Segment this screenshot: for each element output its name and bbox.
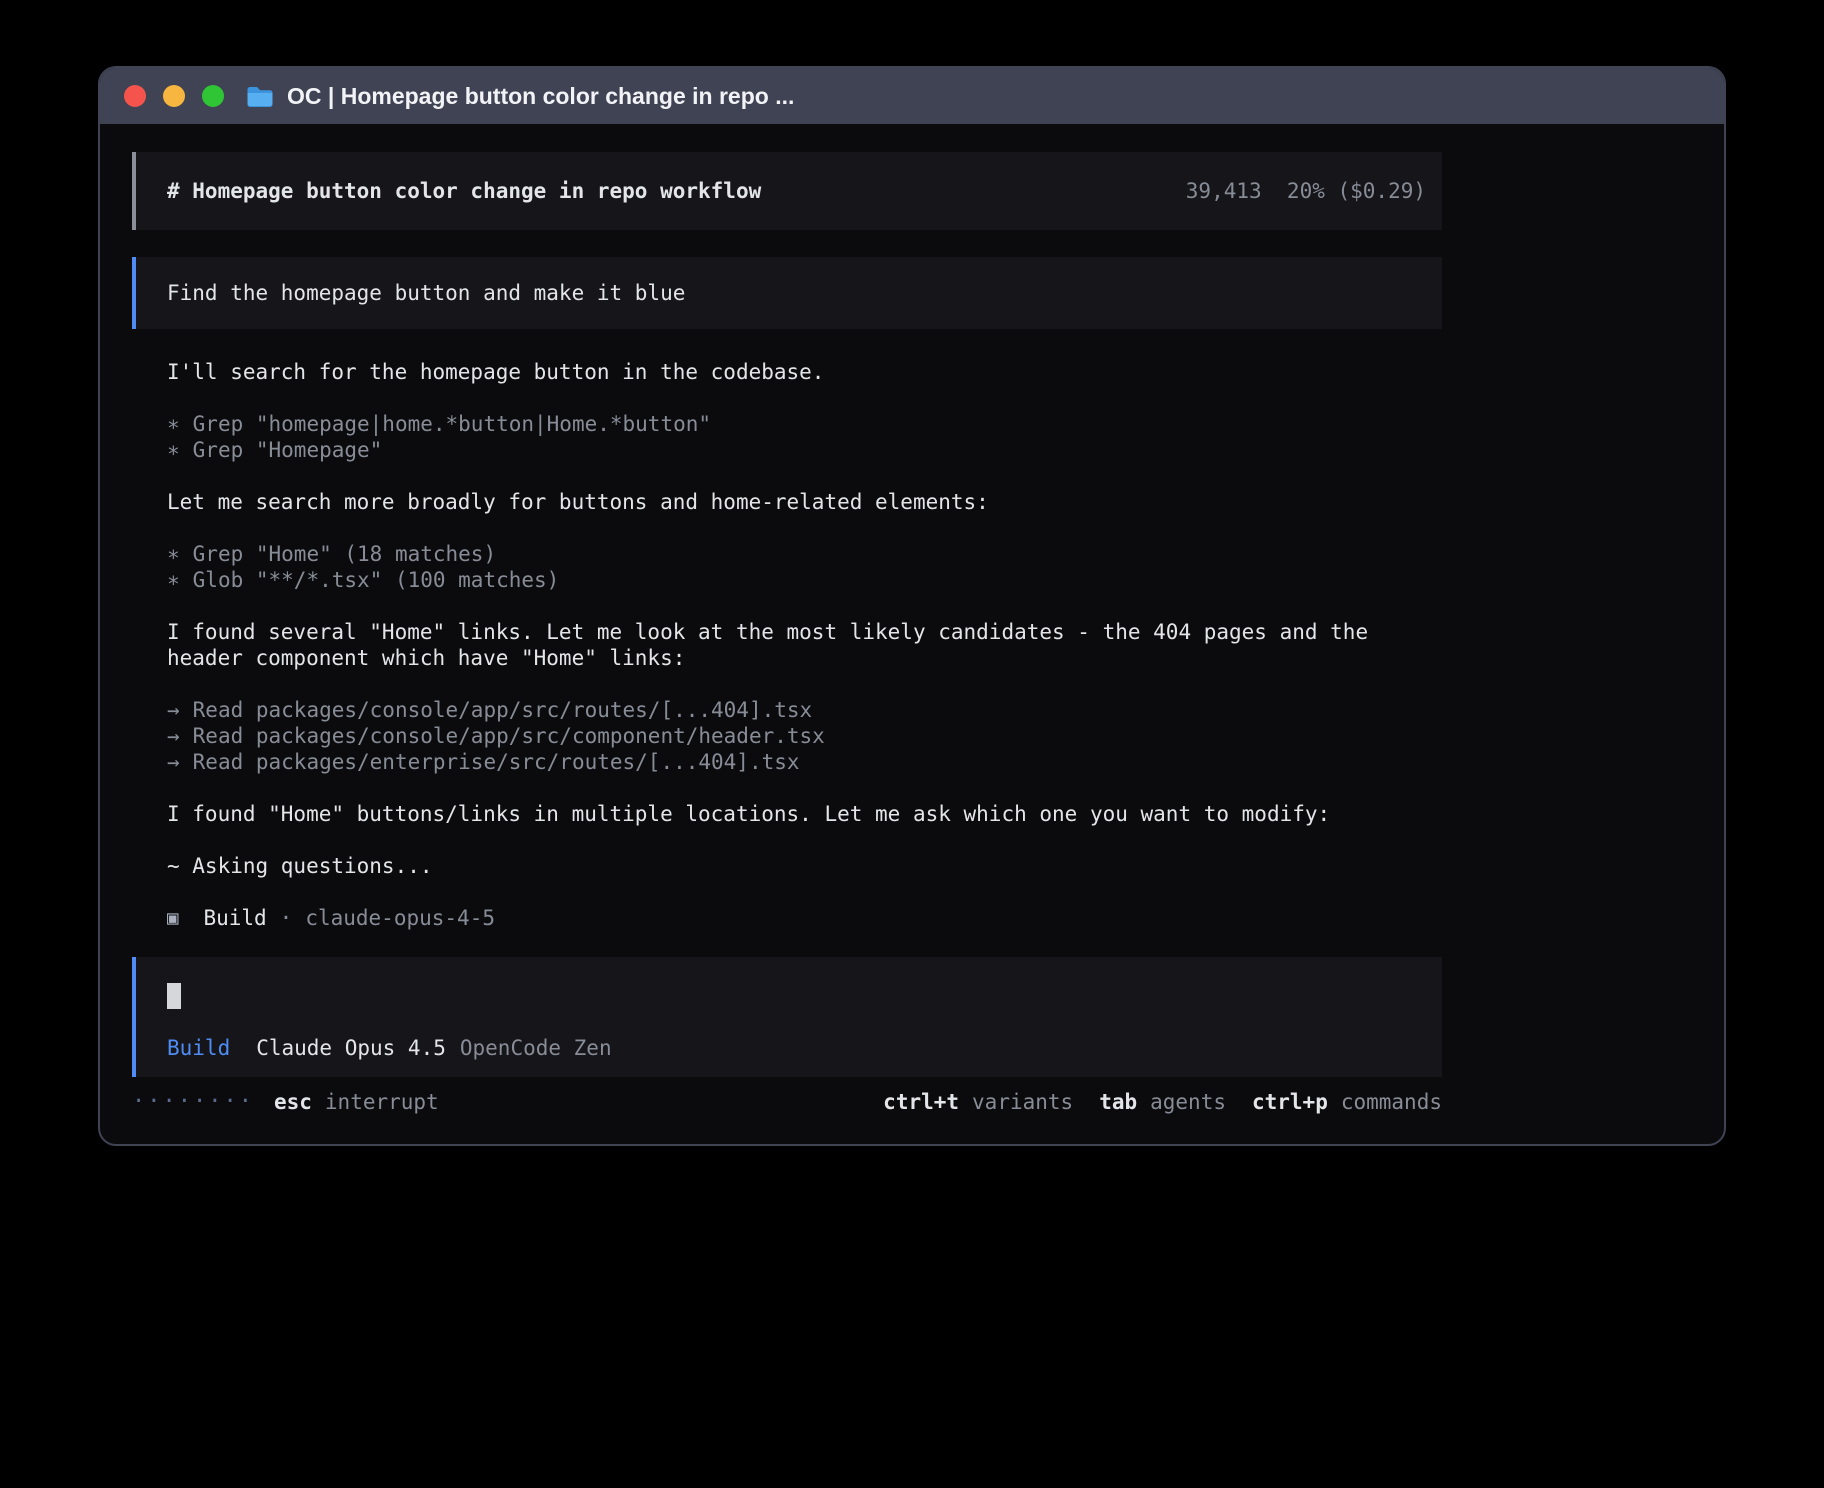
tool-call-text: Glob "**/*.tsx" (100 matches) bbox=[193, 568, 560, 592]
hotkey-agents: tab agents bbox=[1099, 1089, 1226, 1115]
session-stats: 39,413 20% ($0.29) bbox=[1186, 179, 1426, 203]
text-cursor bbox=[167, 983, 181, 1009]
transcript: I'll search for the homepage button in t… bbox=[167, 359, 1442, 931]
terminal-window: OC | Homepage button color change in rep… bbox=[98, 66, 1726, 1146]
statusbar: ········ esc interrupt ctrl+t variants tab… bbox=[132, 1089, 1442, 1115]
tool-call: → Read packages/enterprise/src/routes/[..… bbox=[167, 749, 1442, 775]
folder-icon bbox=[246, 85, 274, 108]
assistant-text: I'll search for the homepage button in t… bbox=[167, 359, 1442, 385]
prompt-input[interactable]: Build Claude Opus 4.5 OpenCode Zen bbox=[132, 957, 1442, 1077]
minimize-button[interactable] bbox=[163, 85, 185, 107]
statusbar-right: ctrl+t variants tab agents ctrl+p commands bbox=[883, 1089, 1442, 1115]
working-status-text: ~ Asking questions... bbox=[167, 853, 1442, 879]
tool-call-text: Read packages/enterprise/src/routes/[...… bbox=[193, 750, 800, 774]
asterisk-icon: ∗ bbox=[167, 568, 180, 592]
agent-name: Build bbox=[203, 905, 266, 931]
arrow-right-icon: → bbox=[167, 724, 180, 748]
model-provider: OpenCode Zen bbox=[460, 1035, 612, 1061]
window-title: OC | Homepage button color change in rep… bbox=[287, 83, 794, 110]
model-name[interactable]: Claude Opus 4.5 bbox=[256, 1035, 446, 1061]
assistant-text: Let me search more broadly for buttons a… bbox=[167, 489, 1442, 515]
asterisk-icon: ∗ bbox=[167, 438, 180, 462]
session-title: # Homepage button color change in repo w… bbox=[167, 179, 761, 203]
hotkey-key: tab bbox=[1099, 1090, 1137, 1114]
tool-call-text: Grep "homepage|home.*button|Home.*button… bbox=[193, 412, 711, 436]
hotkey-label: variants bbox=[972, 1090, 1073, 1114]
arrow-right-icon: → bbox=[167, 698, 180, 722]
hotkey-key: ctrl+p bbox=[1252, 1090, 1328, 1114]
tool-call: ∗ Grep "homepage|home.*button|Home.*butto… bbox=[167, 411, 1442, 437]
tool-call-group: ∗ Grep "homepage|home.*button|Home.*butto… bbox=[167, 411, 1442, 463]
tool-call: → Read packages/console/app/src/routes/[.… bbox=[167, 697, 1442, 723]
hotkey-key: ctrl+t bbox=[883, 1090, 959, 1114]
tool-call-text: Grep "Homepage" bbox=[193, 438, 383, 462]
traffic-lights bbox=[124, 85, 224, 107]
zoom-button[interactable] bbox=[202, 85, 224, 107]
terminal-content: # Homepage button color change in repo w… bbox=[132, 152, 1442, 1115]
hotkey-interrupt: esc interrupt bbox=[274, 1089, 439, 1115]
tool-call: ∗ Grep "Homepage" bbox=[167, 437, 1442, 463]
asterisk-icon: ∗ bbox=[167, 412, 180, 436]
agent-mode-label[interactable]: Build bbox=[167, 1035, 230, 1061]
agent-square-icon: ▣ bbox=[167, 905, 178, 931]
hotkey-commands: ctrl+p commands bbox=[1252, 1089, 1442, 1115]
tool-call-text: Read packages/console/app/src/routes/[..… bbox=[193, 698, 813, 722]
separator-dot: · bbox=[280, 905, 293, 931]
user-message-text: Find the homepage button and make it blu… bbox=[167, 281, 685, 305]
session-header: # Homepage button color change in repo w… bbox=[132, 152, 1442, 230]
spinner-dots-icon: ········ bbox=[132, 1089, 254, 1115]
assistant-text: I found several "Home" links. Let me loo… bbox=[167, 619, 1442, 671]
hotkey-label: agents bbox=[1150, 1090, 1226, 1114]
close-button[interactable] bbox=[124, 85, 146, 107]
user-message: Find the homepage button and make it blu… bbox=[132, 257, 1442, 329]
tool-call-group: ∗ Grep "Home" (18 matches) ∗ Glob "**/*.ts… bbox=[167, 541, 1442, 593]
tool-call: ∗ Glob "**/*.tsx" (100 matches) bbox=[167, 567, 1442, 593]
tool-call-text: Read packages/console/app/src/component/… bbox=[193, 724, 825, 748]
assistant-text: I found "Home" buttons/links in multiple… bbox=[167, 801, 1442, 827]
titlebar[interactable]: OC | Homepage button color change in rep… bbox=[100, 68, 1724, 124]
hotkey-key: esc bbox=[274, 1090, 312, 1114]
tool-call-text: Grep "Home" (18 matches) bbox=[193, 542, 496, 566]
asterisk-icon: ∗ bbox=[167, 542, 180, 566]
title-group: OC | Homepage button color change in rep… bbox=[246, 83, 794, 110]
arrow-right-icon: → bbox=[167, 750, 180, 774]
agent-status-line: ▣ Build · claude-opus-4-5 bbox=[167, 905, 1442, 931]
agent-model: claude-opus-4-5 bbox=[305, 905, 495, 931]
statusbar-left: ········ esc interrupt bbox=[132, 1089, 439, 1115]
hotkey-label: interrupt bbox=[325, 1090, 439, 1114]
model-status-line: Build Claude Opus 4.5 OpenCode Zen bbox=[167, 1035, 1442, 1061]
hotkey-label: commands bbox=[1341, 1090, 1442, 1114]
tool-call: ∗ Grep "Home" (18 matches) bbox=[167, 541, 1442, 567]
tool-call: → Read packages/console/app/src/component… bbox=[167, 723, 1442, 749]
hotkey-variants: ctrl+t variants bbox=[883, 1089, 1073, 1115]
tool-call-group: → Read packages/console/app/src/routes/[.… bbox=[167, 697, 1442, 775]
